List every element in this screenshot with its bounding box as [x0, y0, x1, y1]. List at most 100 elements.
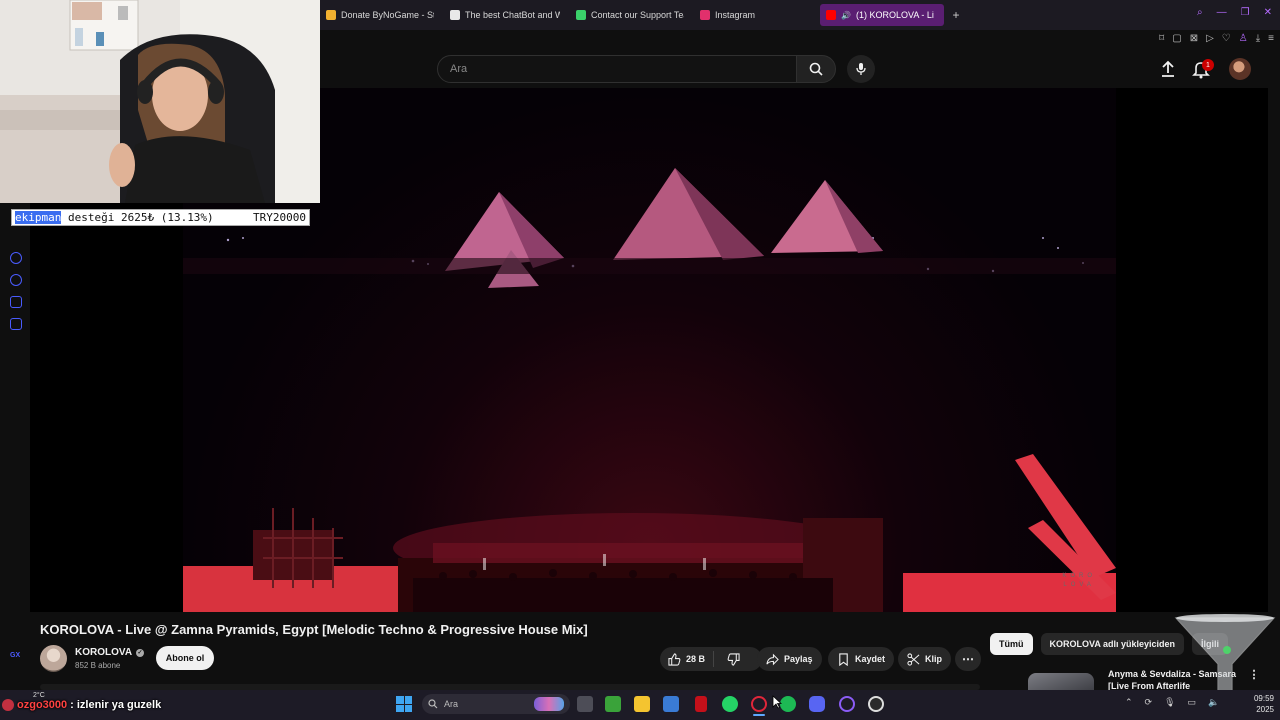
app-circle-icon[interactable]	[839, 696, 855, 712]
donation-label: ekipman desteği 2625₺ (13.13%)	[15, 211, 214, 224]
download-icon[interactable]: ⤓	[1256, 33, 1260, 44]
tab-label: Contact our Support Tea	[591, 10, 684, 20]
browser-tab[interactable]: Donate ByNoGame - Stre	[320, 4, 444, 26]
chat-user-badge-icon	[2, 699, 14, 711]
browser-tab-active[interactable]: 🔊 (1) KOROLOVA - Live	[820, 4, 944, 26]
active-app-indicator	[753, 714, 765, 716]
windows-start-button[interactable]	[396, 696, 412, 712]
microphone-icon	[856, 63, 866, 75]
opera-gx-icon[interactable]	[751, 696, 767, 712]
search-icon	[809, 62, 823, 76]
extensions-icon[interactable]: ⊠	[1190, 33, 1198, 44]
player-icon[interactable]: ▷	[1206, 33, 1214, 44]
taskbar-search-placeholder: Ara	[444, 699, 459, 709]
video-title: KOROLOVA - Live @ Zamna Pyramids, Egypt …	[40, 622, 588, 637]
screenshot-icon[interactable]: ▢	[1172, 33, 1181, 44]
sidebar-settings-icon[interactable]	[10, 318, 22, 330]
tray-network-icon[interactable]: ▭	[1188, 697, 1197, 708]
system-tray: ⌃ ⟳ 🎙 ▭ 🔈	[1125, 697, 1219, 708]
browser-tab[interactable]: Contact our Support Tea	[570, 4, 694, 26]
clip-label: Klip	[925, 654, 942, 664]
file-explorer-icon[interactable]	[634, 696, 650, 712]
minecraft-icon[interactable]	[605, 696, 621, 712]
minimize-icon[interactable]: —	[1217, 7, 1227, 18]
search-input[interactable]: Ara	[437, 55, 797, 83]
clock-date: 2025	[1256, 705, 1274, 714]
valorant-icon[interactable]	[695, 696, 707, 712]
channel-watermark: KORO LOVA	[1062, 573, 1096, 588]
discord-icon[interactable]	[809, 696, 825, 712]
close-icon[interactable]: ✕	[1264, 7, 1272, 18]
voice-search-button[interactable]	[847, 55, 875, 83]
tab-favicon-icon	[326, 10, 336, 20]
thumbs-up-icon	[668, 652, 681, 666]
sidebar-history-icon[interactable]	[10, 274, 22, 286]
donation-label-rest: desteği 2625₺ (13.13%)	[61, 211, 214, 224]
restore-icon[interactable]: ❐	[1241, 7, 1250, 18]
like-count: 28 B	[686, 654, 706, 664]
tab-label: Donate ByNoGame - Stre	[341, 10, 434, 20]
account-avatar[interactable]	[1229, 58, 1251, 80]
microsoft-store-icon[interactable]	[663, 696, 679, 712]
recommended-thumbnail[interactable]	[1028, 673, 1094, 691]
menu-icon[interactable]: ≡	[1268, 33, 1274, 44]
gx-label: GX	[10, 652, 21, 659]
donation-label-highlight: ekipman	[15, 211, 62, 224]
whatsapp-icon[interactable]	[722, 696, 738, 712]
browser-toolbar: ⌑ ▢ ⊠ ▷ ♡ ♙ ⤓ ≡	[1118, 30, 1280, 46]
browser-tab-bar: Donate ByNoGame - Stre The best ChatBot …	[320, 0, 1280, 30]
channel-avatar[interactable]	[40, 645, 67, 672]
profile-icon[interactable]: ♙	[1239, 33, 1248, 44]
spotify-icon[interactable]	[780, 696, 796, 712]
start-icon	[396, 696, 404, 704]
save-label: Kaydet	[855, 654, 886, 664]
search-button[interactable]	[796, 55, 836, 83]
clip-button[interactable]: Klip	[898, 647, 951, 671]
verified-icon: ✓	[136, 648, 145, 657]
mouse-cursor-icon	[772, 695, 782, 709]
taskbar-search[interactable]: Ara	[422, 694, 570, 714]
tab-favicon-icon	[826, 10, 836, 20]
favorites-icon[interactable]: ♡	[1222, 33, 1231, 44]
notification-badge: 1	[1202, 59, 1214, 71]
search-tabs-icon[interactable]: ⌕	[1197, 7, 1203, 18]
bookmark-icon[interactable]: ⌑	[1159, 33, 1164, 44]
new-tab-button[interactable]: +	[948, 7, 964, 23]
task-view-icon[interactable]	[577, 696, 593, 712]
obs-icon[interactable]	[868, 696, 884, 712]
channel-name-row[interactable]: KOROLOVA ✓	[75, 647, 145, 658]
browser-tab[interactable]: The best ChatBot and W	[444, 4, 570, 26]
sidebar-player-icon[interactable]	[10, 252, 22, 264]
chip-from-uploader[interactable]: KOROLOVA adlı yükleyiciden	[1040, 633, 1185, 655]
video-frame[interactable]: KORO LOVA	[183, 88, 1116, 612]
scissors-icon	[907, 652, 920, 666]
chip-all[interactable]: Tümü	[990, 633, 1033, 655]
subscribe-button[interactable]: Abone ol	[156, 646, 214, 670]
dislike-button[interactable]	[719, 652, 748, 666]
tray-chevron-icon[interactable]: ⌃	[1125, 697, 1133, 708]
sidebar-chat-icon[interactable]	[10, 296, 22, 308]
thumbs-down-icon	[727, 652, 740, 666]
donation-goal: TRY20000	[253, 211, 306, 224]
share-icon	[766, 653, 779, 665]
like-button[interactable]: 28 B	[660, 651, 715, 667]
tab-favicon-icon	[576, 10, 586, 20]
taskbar-clock[interactable]: 09:59 2025	[1226, 693, 1274, 715]
chat-username: ozgo3000	[17, 699, 68, 711]
share-label: Paylaş	[784, 654, 813, 664]
search-icon	[428, 699, 438, 709]
tray-volume-icon[interactable]: 🔈	[1208, 697, 1219, 708]
channel-name[interactable]: KOROLOVA	[75, 647, 132, 658]
webcam-overlay	[0, 0, 320, 203]
more-actions-button[interactable]: ⋯	[955, 647, 981, 671]
tray-sync-icon[interactable]: ⟳	[1145, 697, 1153, 708]
search-highlight-art	[534, 697, 564, 711]
tray-mic-icon[interactable]: 🎙	[1164, 697, 1175, 708]
share-button[interactable]: Paylaş	[757, 647, 822, 671]
screen: KORO LOVA Donate ByNoGame - Stre The bes…	[0, 0, 1280, 720]
save-button[interactable]: Kaydet	[828, 647, 895, 671]
tab-favicon-icon	[700, 10, 710, 20]
browser-tab[interactable]: Instagram	[694, 4, 820, 26]
speaker-icon[interactable]: 🔊	[841, 11, 851, 20]
upload-icon[interactable]	[1158, 59, 1178, 79]
